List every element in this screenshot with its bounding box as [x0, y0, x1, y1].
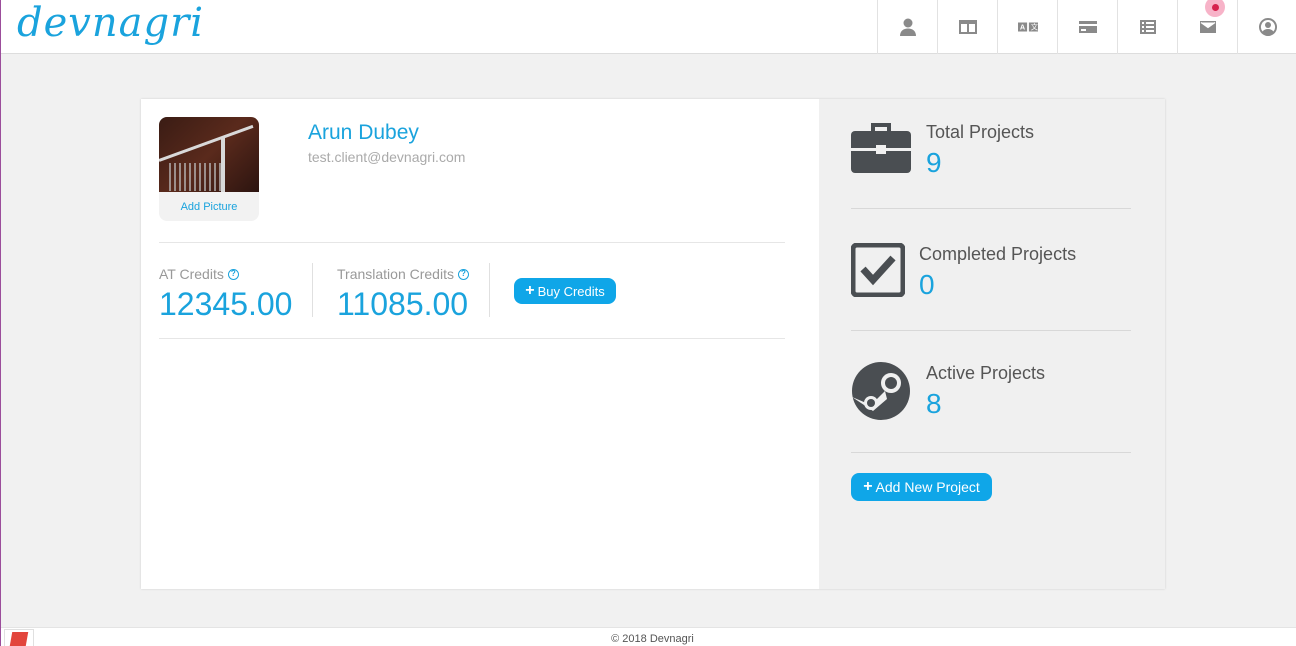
- avatar: Add Picture: [159, 117, 259, 221]
- nav-profile[interactable]: [877, 0, 937, 54]
- plus-icon: +: [525, 282, 535, 299]
- nav-translate[interactable]: A文: [997, 0, 1057, 54]
- checkbox-icon: [851, 243, 905, 297]
- active-projects-stat: Active Projects 8: [851, 361, 1131, 423]
- divider: [851, 208, 1131, 209]
- dashboard-card: Add Picture Arun Dubey test.client@devna…: [141, 99, 1165, 589]
- translation-credits-label: Translation Credits: [337, 266, 454, 282]
- add-picture-link[interactable]: Add Picture: [159, 201, 259, 213]
- total-projects-label: Total Projects: [926, 122, 1035, 142]
- completed-projects-value: 0: [919, 269, 935, 300]
- total-projects-value: 9: [926, 147, 942, 178]
- mail-icon: [1199, 21, 1216, 33]
- notification-badge: [1205, 0, 1225, 17]
- divider: [489, 263, 490, 317]
- at-credits-value: 12345.00: [159, 286, 293, 322]
- divider: [851, 452, 1131, 453]
- buy-credits-button[interactable]: + Buy Credits: [514, 278, 616, 304]
- nav-icons: A文: [877, 0, 1296, 54]
- active-projects-value: 8: [926, 388, 942, 419]
- translation-credits-value: 11085.00: [337, 286, 469, 322]
- nav-messages[interactable]: [1177, 0, 1237, 54]
- svg-text:A: A: [1019, 23, 1025, 32]
- divider: [159, 338, 785, 339]
- avatar-image: [159, 117, 259, 192]
- add-new-project-button[interactable]: + Add New Project: [851, 473, 992, 501]
- footer: © 2018 Devnagri: [1, 627, 1296, 646]
- nav-dashboard[interactable]: [937, 0, 997, 54]
- translate-icon: A文: [1017, 22, 1038, 32]
- devnagri-logo[interactable]: devnagri: [17, 0, 204, 46]
- help-icon[interactable]: ?: [227, 268, 239, 280]
- steam-icon: [852, 362, 910, 420]
- account-circle-icon: [1258, 18, 1277, 36]
- divider: [159, 242, 785, 243]
- active-projects-label: Active Projects: [926, 363, 1046, 383]
- help-icon[interactable]: ?: [457, 268, 469, 280]
- nav-account[interactable]: [1237, 0, 1296, 54]
- svg-text:文: 文: [1030, 23, 1037, 32]
- stats-panel: Total Projects 9 Completed Projects 0 Ac…: [819, 99, 1165, 589]
- user-email: test.client@devnagri.com: [308, 149, 466, 165]
- plus-icon: +: [863, 478, 873, 495]
- credit-card-icon: [1078, 21, 1097, 33]
- user-name: Arun Dubey: [308, 121, 419, 144]
- divider: [851, 330, 1131, 331]
- total-projects-stat: Total Projects 9: [851, 121, 1131, 181]
- divider: [312, 263, 313, 317]
- list-icon: [1139, 20, 1156, 34]
- nav-list[interactable]: [1117, 0, 1177, 54]
- completed-projects-label: Completed Projects: [919, 244, 1077, 264]
- at-credits: AT Credits? 12345.00: [159, 266, 292, 323]
- completed-projects-stat: Completed Projects 0: [851, 243, 1131, 303]
- nav-billing[interactable]: [1057, 0, 1117, 54]
- copyright-text: © 2018 Devnagri: [611, 633, 694, 645]
- profile-panel: Add Picture Arun Dubey test.client@devna…: [141, 99, 819, 589]
- at-credits-label: AT Credits: [159, 266, 224, 282]
- briefcase-icon: [851, 123, 911, 173]
- translation-credits: Translation Credits? 11085.00: [337, 266, 469, 323]
- top-navbar: devnagri A文: [1, 0, 1296, 54]
- user-icon: [899, 18, 916, 36]
- columns-icon: [958, 20, 977, 34]
